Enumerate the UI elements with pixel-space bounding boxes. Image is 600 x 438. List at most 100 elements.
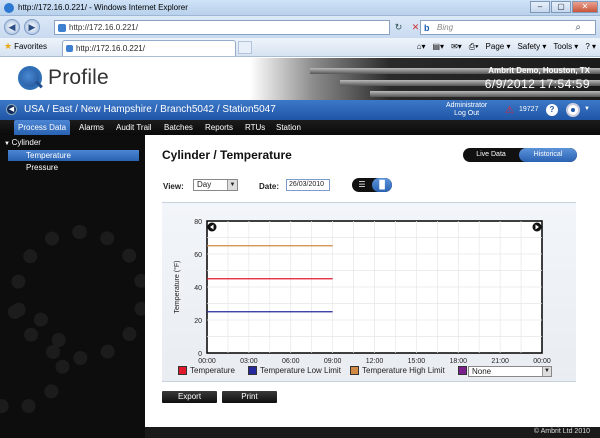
breadcrumb-back-icon[interactable]: ◀ (6, 104, 17, 115)
view-select[interactable]: Day ▼ (193, 179, 238, 191)
chevron-down-icon: ▼ (227, 180, 237, 190)
chevron-down-icon[interactable]: ▼ (584, 106, 590, 112)
help-icon[interactable]: ? (546, 104, 558, 116)
tools-menu[interactable]: Tools ▾ (553, 42, 578, 52)
window-controls: – ▢ ✕ (530, 1, 598, 13)
minimize-button[interactable]: – (530, 1, 550, 13)
display-mode-toggle: ☰ ▐▌ (352, 178, 392, 192)
alarm-warning-icon[interactable]: ⚠ (505, 105, 514, 116)
menu-station[interactable]: Station (272, 120, 305, 135)
ie-logo-icon (4, 3, 14, 13)
x-tick-label: 00:00 (198, 358, 216, 365)
x-tick-label: 06:00 (282, 358, 300, 365)
user-role: Administrator (446, 102, 488, 109)
alarm-count[interactable]: 19727 (519, 106, 538, 113)
chart-view-icon[interactable]: ▐▌ (372, 178, 392, 192)
x-tick-label: 18:00 (449, 358, 467, 365)
back-arrow-icon[interactable]: ◀ (4, 19, 20, 35)
legend-swatch (458, 366, 467, 375)
footer-left (0, 427, 145, 438)
help-menu[interactable]: ? ▾ (585, 42, 596, 52)
bing-icon: b (424, 23, 430, 33)
browser-tab[interactable]: http://172.16.0.221/ (62, 40, 236, 56)
star-icon: ★ (4, 41, 13, 51)
legend-low-limit[interactable]: Temperature Low Limit (248, 366, 341, 376)
safety-menu[interactable]: Safety ▾ (517, 42, 546, 52)
chevron-down-icon: ▼ (4, 141, 12, 147)
settings-gear-icon[interactable] (566, 103, 580, 117)
chart-panel: 0 20 40 60 80 00:00 03:00 06:00 09:00 12:00 15:00 1… (162, 202, 576, 382)
y-tick-label: 0 (198, 351, 202, 358)
x-tick-label: 12:00 (366, 358, 384, 365)
x-tick-label: 21:00 (491, 358, 509, 365)
breadcrumb[interactable]: USA / East / New Hampshire / Branch5042 … (24, 104, 276, 115)
url-input[interactable]: http://172.16.0.221/ (54, 20, 390, 35)
legend-swatch (178, 366, 187, 375)
page-icon (58, 24, 66, 32)
feeds-icon[interactable]: ▤▾ (432, 42, 444, 52)
mail-icon[interactable]: ✉▾ (451, 42, 462, 52)
historical-button[interactable]: Historical (519, 148, 577, 162)
breadcrumb-bar: ◀ USA / East / New Hampshire / Branch504… (0, 100, 600, 120)
live-data-button[interactable]: Live Data (463, 148, 519, 162)
menu-batches[interactable]: Batches (160, 120, 197, 135)
legend-temperature[interactable]: Temperature (178, 366, 235, 376)
legend-high-limit[interactable]: Temperature High Limit (350, 366, 445, 376)
sidebar-item-temperature[interactable]: Temperature (8, 150, 139, 161)
company-name: Ambrit Demo, Houston, TX (488, 66, 590, 75)
page-icon (66, 45, 73, 52)
view-label: View: (163, 182, 184, 191)
print-button[interactable]: Print (222, 391, 277, 403)
chevron-down-icon: ▼ (542, 367, 551, 376)
menu-alarms[interactable]: Alarms (75, 120, 108, 135)
y-tick-label: 40 (194, 285, 202, 292)
refresh-icon[interactable]: ↻ (392, 21, 405, 34)
x-tick-label: 00:00 (533, 358, 551, 365)
menu-reports[interactable]: Reports (201, 120, 237, 135)
forward-arrow-icon[interactable]: ▶ (24, 19, 40, 35)
favorites-bar: ★ Favorites http://172.16.0.221/ ⌂▾ ▤▾ ✉▾… (0, 38, 600, 57)
print-icon[interactable]: ⎙▾ (469, 42, 479, 52)
legend-swatch (350, 366, 359, 375)
profile-logo-icon (18, 66, 42, 90)
menu-audit-trail[interactable]: Audit Trail (112, 120, 156, 135)
maximize-button[interactable]: ▢ (551, 1, 571, 13)
menu-rtus[interactable]: RTUs (241, 120, 269, 135)
app-logo: Profile (48, 66, 109, 89)
sidebar-group-cylinder[interactable]: ▼ Cylinder (4, 138, 41, 147)
search-input[interactable]: b Bing ⌕ (420, 20, 596, 35)
export-button[interactable]: Export (162, 391, 217, 403)
list-view-icon[interactable]: ☰ (352, 178, 372, 192)
command-bar: ⌂▾ ▤▾ ✉▾ ⎙▾ Page ▾ Safety ▾ Tools ▾ ? ▾ (417, 42, 596, 52)
x-tick-label: 03:00 (240, 358, 258, 365)
logout-link[interactable]: Log Out (446, 110, 487, 118)
address-bar: ◀ ▶ http://172.16.0.221/ ↻ ✕ b Bing ⌕ (0, 16, 600, 38)
favorites-button[interactable]: ★ Favorites (4, 41, 47, 52)
user-info: Administrator Log Out (446, 102, 487, 118)
x-tick-label: 09:00 (324, 358, 342, 365)
temperature-chart: 0 20 40 60 80 00:00 03:00 06:00 09:00 12:00 15:00 1… (173, 219, 551, 365)
window-titlebar: http://172.16.0.221/ - Windows Internet … (0, 0, 600, 16)
sidebar: ▼ Cylinder Temperature Pressure (0, 135, 145, 427)
window-title: http://172.16.0.221/ - Windows Internet … (18, 3, 188, 12)
y-tick-label: 20 (194, 318, 202, 325)
footer: © Ambrit Ltd 2010 (145, 427, 600, 438)
search-icon[interactable]: ⌕ (575, 22, 581, 33)
chart-legend: Temperature Temperature Low Limit Temper… (162, 366, 576, 378)
main-content: Cylinder / Temperature Live Data Histori… (145, 135, 600, 427)
sidebar-item-pressure[interactable]: Pressure (8, 162, 139, 173)
data-mode-toggle: Live Data Historical (463, 148, 577, 162)
legend-swatch (248, 366, 257, 375)
series-select[interactable]: None ▼ (468, 366, 552, 377)
page-menu[interactable]: Page ▾ (486, 42, 511, 52)
x-tick-label: 15:00 (408, 358, 426, 365)
date-input[interactable]: 26/03/2010 (286, 179, 330, 191)
new-tab-button[interactable] (238, 41, 252, 54)
y-tick-label: 80 (194, 219, 202, 226)
home-icon[interactable]: ⌂▾ (417, 42, 426, 52)
close-window-button[interactable]: ✕ (572, 1, 598, 13)
main-menu: Process Data Alarms Audit Trail Batches … (0, 120, 600, 135)
y-axis-label: Temperature (°F) (173, 261, 181, 314)
menu-process-data[interactable]: Process Data (14, 120, 71, 135)
current-datetime: 6/9/2012 17:54:59 (484, 77, 590, 91)
